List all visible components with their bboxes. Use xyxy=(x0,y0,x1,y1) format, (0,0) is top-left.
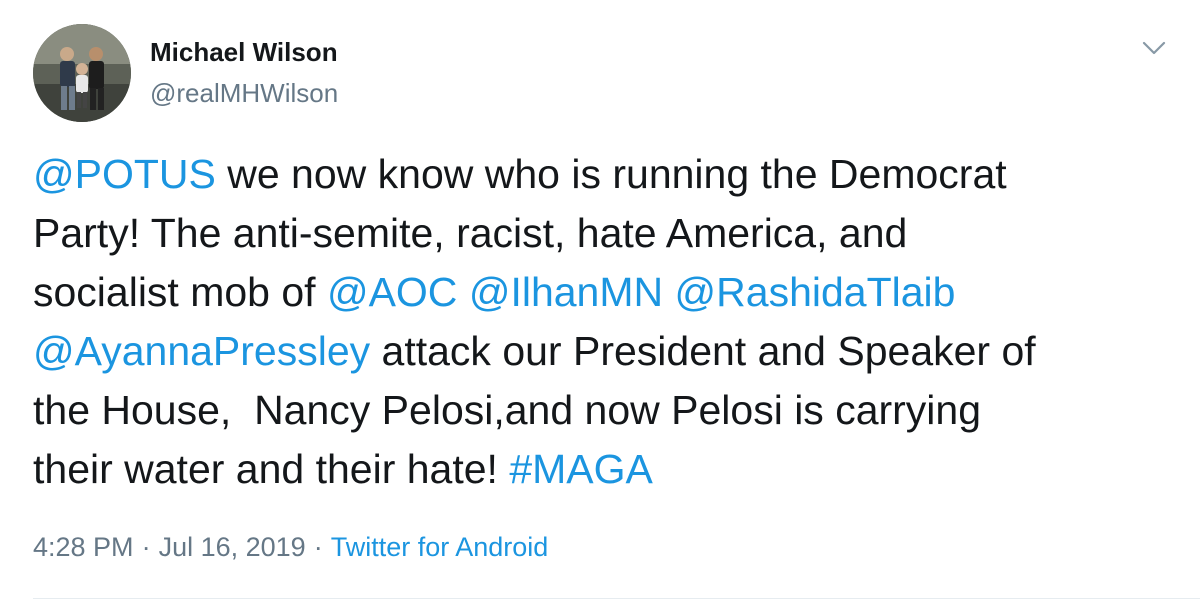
tweet-source-link[interactable]: Twitter for Android xyxy=(331,532,549,562)
avatar-photo xyxy=(33,24,131,122)
author-handle[interactable]: @realMHWilson xyxy=(150,78,338,109)
tweet-text-line: @POTUS we now know who is running the De… xyxy=(33,145,1173,204)
divider xyxy=(33,598,1200,599)
tweet-text-line: @AyannaPressley attack our President and… xyxy=(33,322,1173,381)
tweet-text-segment xyxy=(457,269,468,315)
mention-link[interactable]: @AyannaPressley xyxy=(33,328,370,374)
tweet-card: Michael Wilson @realMHWilson @POTUS we n… xyxy=(0,0,1200,602)
tweet-text-segment: socialist mob of xyxy=(33,269,327,315)
tweet-text-segment: attack our President and Speaker of xyxy=(370,328,1036,374)
meta-separator: · xyxy=(313,532,323,562)
mention-link[interactable]: @AOC xyxy=(327,269,457,315)
tweet-text-segment: their water and their hate! xyxy=(33,446,510,492)
avatar[interactable] xyxy=(33,24,131,122)
mention-link[interactable]: @IlhanMN xyxy=(469,269,663,315)
hashtag-link[interactable]: #MAGA xyxy=(509,446,653,492)
meta-separator: · xyxy=(141,532,151,562)
chevron-down-icon[interactable] xyxy=(1136,34,1172,64)
tweet-text-line: their water and their hate! #MAGA xyxy=(33,440,1173,499)
author-display-name[interactable]: Michael Wilson xyxy=(150,37,338,68)
tweet-time[interactable]: 4:28 PM xyxy=(33,532,134,562)
tweet-text-line: Party! The anti-semite, racist, hate Ame… xyxy=(33,204,1173,263)
tweet-text-line: socialist mob of @AOC @IlhanMN @RashidaT… xyxy=(33,263,1173,322)
tweet-text-segment xyxy=(663,269,674,315)
tweet-text-segment: the House, Nancy Pelosi,and now Pelosi i… xyxy=(33,387,982,433)
tweet-date[interactable]: Jul 16, 2019 xyxy=(159,532,306,562)
mention-link[interactable]: @POTUS xyxy=(33,151,216,197)
tweet-text-segment: we now know who is running the Democrat xyxy=(215,151,1007,197)
tweet-text: @POTUS we now know who is running the De… xyxy=(33,145,1173,499)
tweet-meta: 4:28 PM · Jul 16, 2019 · Twitter for Android xyxy=(33,532,548,563)
mention-link[interactable]: @RashidaTlaib xyxy=(675,269,956,315)
tweet-text-segment: Party! The anti-semite, racist, hate Ame… xyxy=(33,210,908,256)
tweet-text-line: the House, Nancy Pelosi,and now Pelosi i… xyxy=(33,381,1173,440)
